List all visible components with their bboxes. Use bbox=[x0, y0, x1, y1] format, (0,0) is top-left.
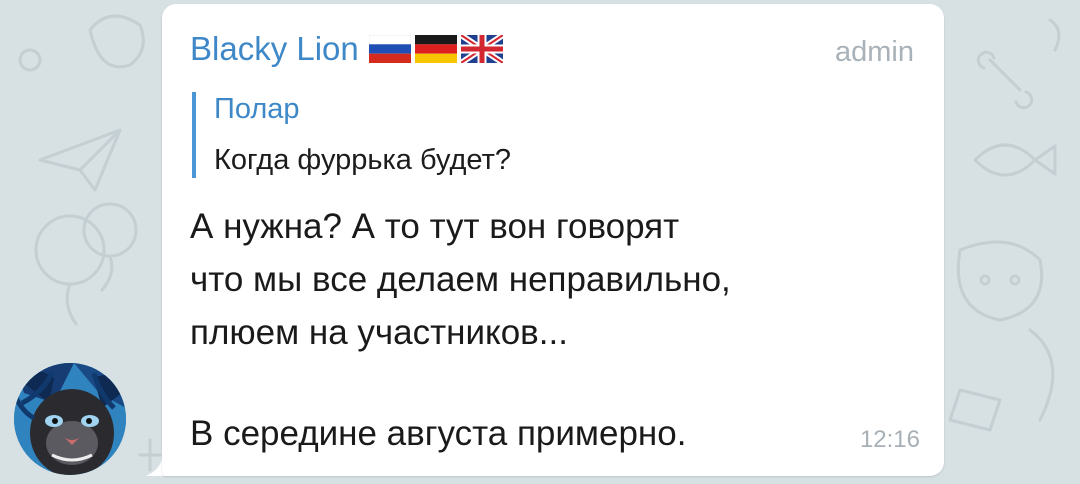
message-text: А нужна? А то тут вон говорят что мы все… bbox=[190, 200, 890, 460]
paper-plane-icon bbox=[38, 128, 122, 192]
message-line: А нужна? А то тут вон говорят bbox=[190, 207, 680, 246]
sender-name[interactable]: Blacky Lion bbox=[190, 30, 359, 68]
flag-russia-icon bbox=[368, 35, 411, 63]
ticket-icon bbox=[948, 388, 1002, 432]
message-line: плюем на участников... bbox=[190, 313, 568, 352]
sender-avatar[interactable] bbox=[14, 363, 126, 475]
sender-flags bbox=[368, 35, 503, 63]
cup-icon bbox=[88, 14, 145, 69]
message-line: В середине августа примерно. bbox=[190, 414, 687, 453]
fish-icon bbox=[973, 143, 1057, 177]
admin-badge: admin bbox=[835, 36, 914, 68]
bone-icon bbox=[976, 50, 1034, 110]
message-bubble[interactable]: Blacky Lion admin Полар Когда фуррька бу… bbox=[162, 4, 944, 476]
flag-uk-icon bbox=[460, 35, 503, 63]
reply-author: Полар bbox=[214, 93, 300, 125]
flag-germany-icon bbox=[414, 35, 457, 63]
panther-avatar-icon bbox=[14, 363, 126, 475]
reply-text: Когда фуррька будет? bbox=[214, 144, 511, 176]
message-timestamp: 12:16 bbox=[859, 426, 920, 453]
cat-head-icon bbox=[956, 240, 1044, 322]
message-line: что мы все делаем неправильно, bbox=[190, 260, 731, 299]
sender-header: Blacky Lion bbox=[190, 30, 503, 68]
reply-quote[interactable]: Полар Когда фуррька будет? bbox=[192, 92, 792, 178]
